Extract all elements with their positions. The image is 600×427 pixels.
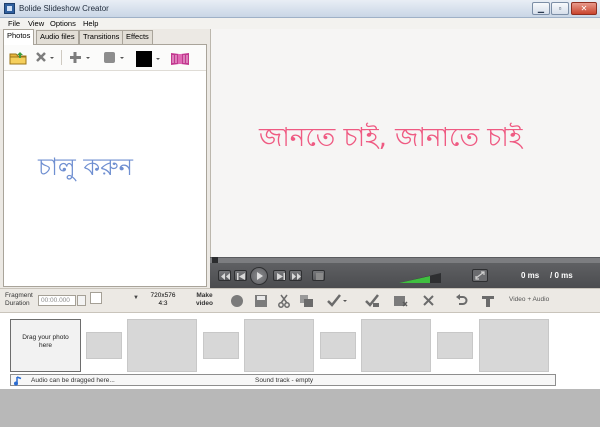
photos-toolbar [4, 45, 206, 71]
shape-icon[interactable] [103, 51, 125, 66]
menu-view[interactable]: View [28, 19, 44, 28]
photos-list[interactable]: চালু করুন [3, 44, 207, 287]
timeline[interactable]: Drag your photo here Audio can be dragge… [0, 312, 600, 389]
duration-input[interactable]: 00:00.000 [38, 295, 76, 306]
delete-icon[interactable] [35, 51, 55, 66]
prev-icon[interactable] [234, 270, 247, 281]
check-icon[interactable] [327, 294, 349, 310]
undo-icon[interactable] [455, 294, 468, 309]
close-button[interactable]: ✕ [571, 2, 597, 15]
fragment-label-line2: Duration [5, 300, 30, 307]
minimize-button[interactable]: ▁ [532, 2, 550, 15]
make-video-line2: video [196, 300, 213, 307]
end-icon[interactable] [289, 270, 302, 281]
add-icon[interactable] [69, 51, 91, 66]
transition-slot[interactable] [86, 332, 122, 359]
transition-slot[interactable] [320, 332, 356, 359]
play-button[interactable] [250, 267, 268, 285]
toolbar-separator [61, 50, 62, 65]
image-delete-icon[interactable] [393, 294, 408, 310]
app-icon [4, 3, 15, 14]
slide-slot[interactable] [244, 319, 314, 372]
make-video-button[interactable]: Make video [196, 292, 213, 308]
fragment-checkbox[interactable] [90, 292, 102, 304]
menu-help[interactable]: Help [83, 19, 98, 28]
transition-slot[interactable] [437, 332, 473, 359]
bottom-empty-area [0, 389, 600, 427]
rewind-icon[interactable] [218, 270, 231, 281]
aspect-ratio-value: 4:3 [158, 300, 168, 307]
soundtrack-status: Sound track - empty [255, 377, 314, 384]
next-icon[interactable] [273, 270, 286, 281]
menu-options[interactable]: Options [50, 19, 76, 28]
tab-photos[interactable]: Photos [3, 29, 35, 45]
time-total: / 0 ms [550, 271, 573, 280]
tab-effects[interactable]: Effects [122, 30, 153, 44]
soundtrack-lane[interactable]: Audio can be dragged here... Sound track… [10, 374, 556, 386]
color-icon[interactable] [135, 51, 163, 69]
fragment-duration-label: Fragment Duration [5, 292, 33, 308]
record-icon[interactable] [230, 294, 244, 310]
copy-icon[interactable] [299, 294, 314, 310]
left-overlay-text: চালু করুন [38, 153, 133, 181]
film-icon[interactable] [170, 51, 190, 68]
window-title: Bolide Slideshow Creator [19, 4, 109, 13]
remove-icon[interactable] [422, 294, 435, 309]
photo-drop-zone[interactable]: Drag your photo here [10, 319, 81, 372]
title-bar: Bolide Slideshow Creator ▁ ▫ ✕ [0, 0, 600, 18]
tab-audio-files[interactable]: Audio files [36, 30, 79, 44]
tab-transitions[interactable]: Transitions [79, 30, 124, 44]
make-video-line1: Make [196, 292, 213, 299]
maximize-button[interactable]: ▫ [551, 2, 569, 15]
player-bar: 0 ms / 0 ms [210, 263, 600, 288]
time-current: 0 ms [521, 271, 540, 280]
duration-apply-icon[interactable] [77, 295, 86, 306]
slide-slot[interactable] [127, 319, 197, 372]
preview-area: জানতে চাই, জানাতে চাই [210, 29, 600, 257]
save-icon[interactable] [254, 294, 268, 310]
resolution-value: 720x576 [150, 292, 176, 299]
play-icon [257, 272, 263, 280]
check-all-icon[interactable] [365, 294, 380, 310]
stop-icon[interactable] [312, 270, 325, 281]
fragment-label-line1: Fragment [5, 292, 33, 299]
video-audio-mode[interactable]: Video + Audio [509, 296, 549, 303]
resolution-selector[interactable]: 720x576 4:3 [148, 292, 178, 308]
media-panel: Photos Audio files Transitions Effects চ… [3, 29, 207, 287]
menu-bar: File View Options Help [0, 18, 600, 29]
preview-text: জানতে চাই, জানাতে চাই [259, 123, 523, 153]
text-icon[interactable] [481, 294, 495, 310]
chevron-down-icon[interactable]: ▼ [133, 295, 139, 301]
music-note-icon [13, 376, 23, 388]
slide-slot[interactable] [361, 319, 431, 372]
fullscreen-icon[interactable] [472, 269, 488, 282]
open-folder-icon[interactable] [9, 51, 27, 67]
volume-icon[interactable] [398, 272, 442, 286]
drop-zone-line2: here [38, 342, 52, 349]
menu-file[interactable]: File [8, 19, 20, 28]
drop-zone-line1: Drag your photo [22, 334, 69, 341]
slide-slot[interactable] [479, 319, 549, 372]
transition-slot[interactable] [203, 332, 239, 359]
audio-drop-hint: Audio can be dragged here... [31, 377, 115, 384]
fragment-toolbar: Fragment Duration 00:00.000 ▼ 720x576 4:… [0, 288, 600, 312]
cut-icon[interactable] [277, 294, 291, 310]
